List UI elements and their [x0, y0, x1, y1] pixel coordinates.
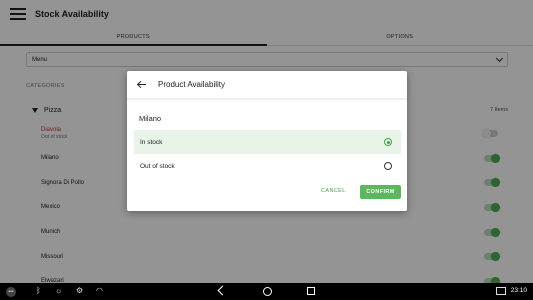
- bluetooth-icon: ᛒ: [36, 286, 41, 295]
- system-navigation-bar: ••• ᛒ ☼ ⚙ ◠ 23:10: [0, 283, 533, 300]
- option-label: Out of stock: [140, 162, 175, 170]
- nav-recents-icon[interactable]: [307, 287, 315, 295]
- option-out-of-stock[interactable]: Out of stock: [134, 154, 401, 178]
- arrow-back-icon[interactable]: [137, 80, 147, 90]
- nav-back-icon[interactable]: [217, 285, 228, 296]
- radio-checked-icon[interactable]: [384, 138, 392, 146]
- dialog-title: Product Availability: [158, 80, 225, 89]
- dialog-header: Product Availability: [127, 71, 407, 99]
- option-in-stock[interactable]: In stock: [134, 130, 401, 154]
- screenshot-icon: [496, 287, 506, 295]
- more-icon[interactable]: •••: [6, 287, 16, 297]
- cancel-button[interactable]: CANCEL: [321, 188, 346, 194]
- wifi-icon: ◠: [96, 286, 103, 295]
- product-availability-dialog: Product Availability Milano In stock Out…: [127, 71, 407, 211]
- option-label: In stock: [140, 138, 163, 146]
- nav-home-icon[interactable]: [263, 286, 272, 296]
- dialog-product-name: Milano: [139, 114, 162, 123]
- confirm-button[interactable]: CONFIRM: [360, 185, 401, 199]
- brightness-icon: ☼: [55, 286, 63, 295]
- radio-unchecked-icon[interactable]: [384, 162, 392, 170]
- status-clock: 23:10: [510, 287, 527, 294]
- settings-icon: ⚙: [76, 286, 84, 295]
